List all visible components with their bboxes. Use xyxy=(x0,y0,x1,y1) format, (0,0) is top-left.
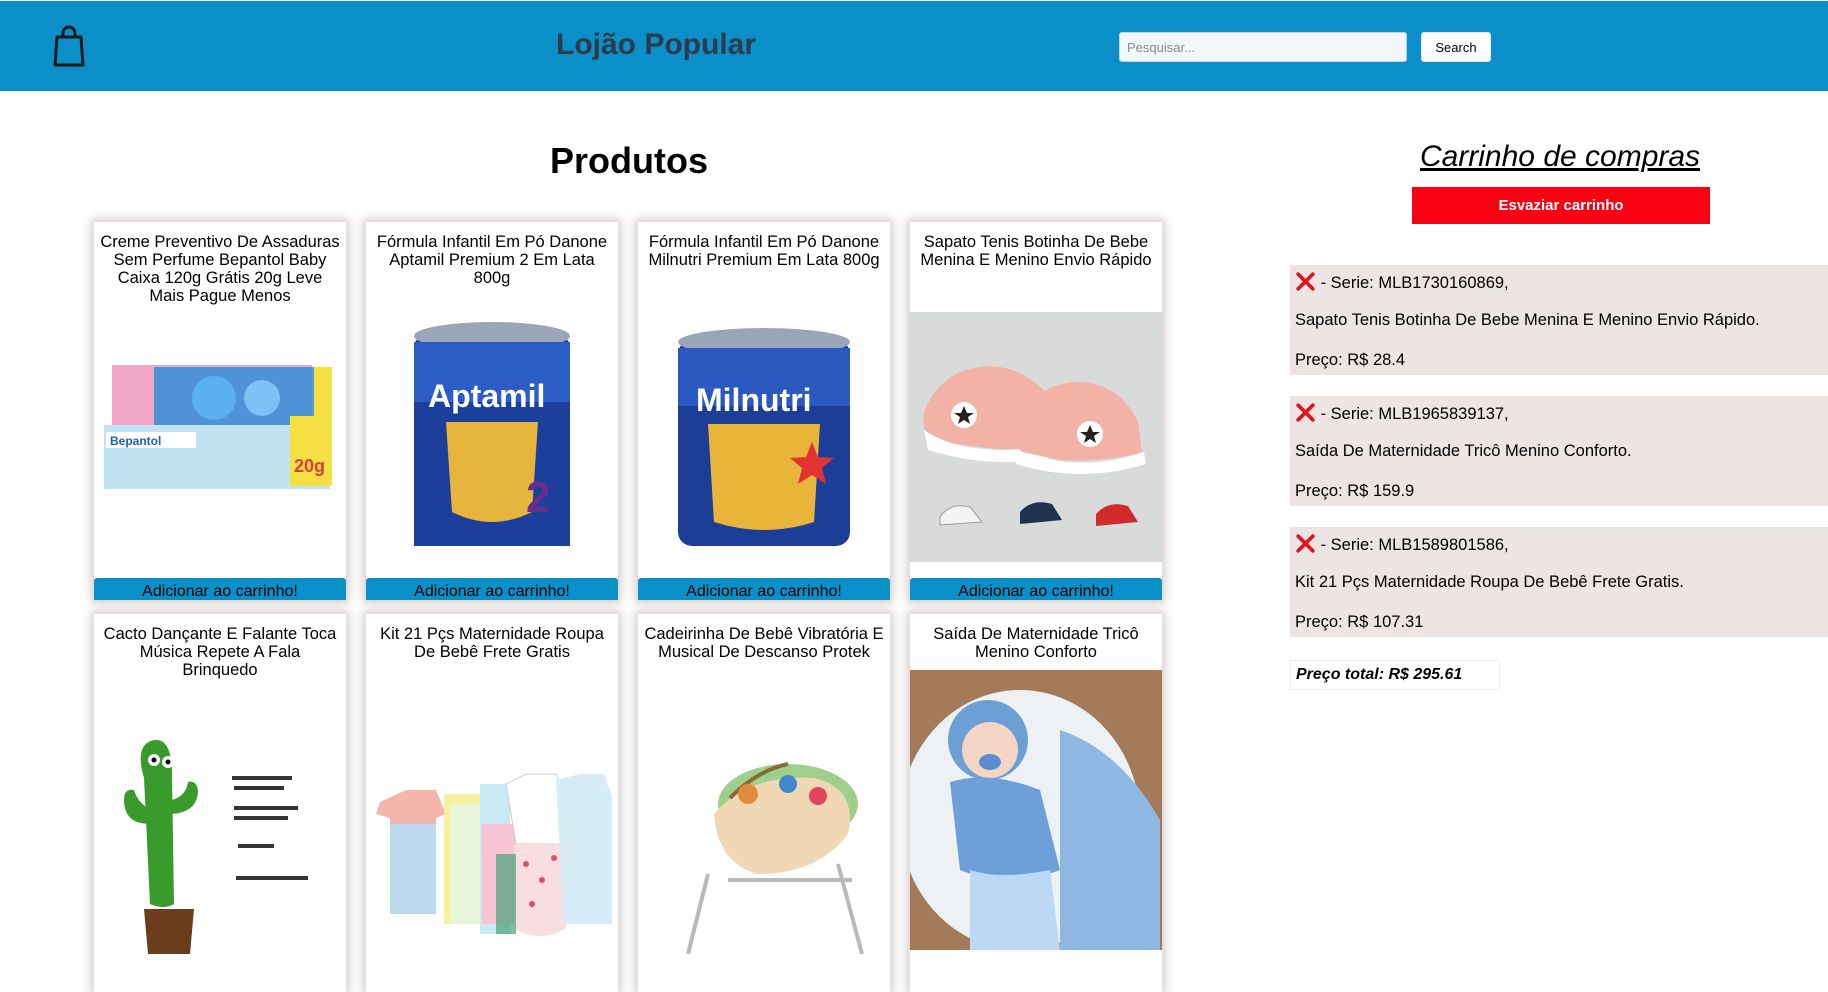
store-brand-title: Lojão Popular xyxy=(556,28,757,61)
product-card: Fórmula Infantil Em Pó Danone Aptamil Pr… xyxy=(366,222,618,600)
baby-clothes-kit-image xyxy=(366,704,618,954)
empty-cart-button[interactable]: Esvaziar carrinho xyxy=(1412,187,1710,224)
cart-item-name: Sapato Tenis Botinha De Bebe Menina E Me… xyxy=(1295,311,1760,329)
add-to-cart-button[interactable]: Adicionar ao carrinho! xyxy=(638,578,890,600)
add-to-cart-button[interactable]: Adicionar ao carrinho! xyxy=(910,578,1162,600)
cart-item: - Serie: MLB1965839137, Saída De Materni… xyxy=(1290,396,1828,506)
remove-item-icon[interactable] xyxy=(1295,402,1316,423)
cart-item-price: Preço: R$ 159.9 xyxy=(1295,482,1415,500)
search-button[interactable]: Search xyxy=(1421,32,1491,62)
top-header: Lojão Popular Search xyxy=(0,1,1828,91)
search-input[interactable] xyxy=(1119,32,1407,62)
product-title: Saída De Maternidade Tricô Menino Confor… xyxy=(933,625,1139,661)
cart-total-price: Preço total: R$ 295.61 xyxy=(1290,660,1500,690)
aptamil-can-image: Aptamil 2 xyxy=(366,312,618,562)
product-title: Cacto Dançante E Falante Toca Música Rep… xyxy=(103,625,337,679)
knit-baby-outfit-image xyxy=(910,670,1162,950)
add-to-cart-button[interactable]: Adicionar ao carrinho! xyxy=(94,578,346,600)
svg-text:20g: 20g xyxy=(294,456,325,476)
svg-text:2: 2 xyxy=(526,473,550,522)
milnutri-can-image: Milnutri xyxy=(638,312,890,562)
products-heading: Produtos xyxy=(550,140,708,181)
cart-item-price: Preço: R$ 28.4 xyxy=(1295,351,1406,369)
baby-bouncer-image xyxy=(638,704,890,954)
cart-item: - Serie: MLB1589801586, Kit 21 Pçs Mater… xyxy=(1290,527,1828,637)
dancing-cactus-toy-image xyxy=(94,704,346,954)
svg-text:Milnutri: Milnutri xyxy=(696,382,812,418)
cart-item-serie: - Serie: MLB1965839137, xyxy=(1316,405,1509,423)
product-title: Cadeirinha De Bebê Vibratória E Musical … xyxy=(644,625,884,661)
product-title: Fórmula Infantil Em Pó Danone Milnutri P… xyxy=(648,233,880,269)
product-card: Creme Preventivo De Assaduras Sem Perfum… xyxy=(94,222,346,600)
product-card: Saída De Maternidade Tricô Menino Confor… xyxy=(910,614,1162,992)
remove-item-icon[interactable] xyxy=(1295,271,1316,292)
cart-item-name: Kit 21 Pçs Maternidade Roupa De Bebê Fre… xyxy=(1295,573,1684,591)
product-card: Sapato Tenis Botinha De Bebe Menina E Me… xyxy=(910,222,1162,600)
product-title: Sapato Tenis Botinha De Bebe Menina E Me… xyxy=(920,233,1152,269)
product-title: Fórmula Infantil Em Pó Danone Aptamil Pr… xyxy=(376,233,608,287)
cart-item-serie: - Serie: MLB1730160869, xyxy=(1316,274,1509,292)
cart-item-name: Saída De Maternidade Tricô Menino Confor… xyxy=(1295,442,1632,460)
cart-heading: Carrinho de compras xyxy=(1419,140,1701,173)
svg-text:Aptamil: Aptamil xyxy=(428,378,545,414)
bepantol-cream-box-image: Bepantol 20g xyxy=(94,312,346,562)
product-title: Creme Preventivo De Assaduras Sem Perfum… xyxy=(100,233,340,305)
shopping-bag-icon[interactable] xyxy=(49,23,89,67)
product-card: Kit 21 Pçs Maternidade Roupa De Bebê Fre… xyxy=(366,614,618,992)
cart-item: - Serie: MLB1730160869, Sapato Tenis Bot… xyxy=(1290,265,1828,375)
product-card: Cacto Dançante E Falante Toca Música Rep… xyxy=(94,614,346,992)
product-card: Fórmula Infantil Em Pó Danone Milnutri P… xyxy=(638,222,890,600)
add-to-cart-button[interactable]: Adicionar ao carrinho! xyxy=(366,578,618,600)
cart-item-serie: - Serie: MLB1589801586, xyxy=(1316,536,1509,554)
svg-text:Bepantol: Bepantol xyxy=(110,434,161,448)
remove-item-icon[interactable] xyxy=(1295,533,1316,554)
cart-item-price: Preço: R$ 107.31 xyxy=(1295,613,1424,631)
product-title: Kit 21 Pçs Maternidade Roupa De Bebê Fre… xyxy=(380,625,604,661)
baby-sneakers-image xyxy=(910,312,1162,562)
product-card: Cadeirinha De Bebê Vibratória E Musical … xyxy=(638,614,890,992)
